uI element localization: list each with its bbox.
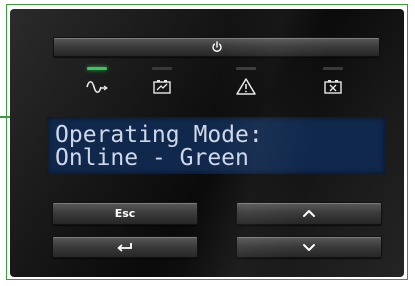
battery-icon [153, 80, 171, 94]
chevron-up-icon [303, 210, 315, 217]
down-button[interactable] [236, 236, 382, 258]
enter-button[interactable] [52, 236, 198, 258]
ups-control-panel: Operating Mode: Online - Green Esc [10, 9, 404, 277]
battery-fault-icon [324, 80, 342, 94]
lcd-display: Operating Mode: Online - Green [47, 117, 385, 174]
alarm-led [236, 67, 256, 70]
power-icon [211, 41, 222, 52]
power-button[interactable] [53, 37, 380, 57]
battery-led [152, 67, 172, 70]
esc-button-label: Esc [114, 207, 136, 220]
warning-triangle-icon [236, 78, 256, 95]
display-line-2: Online - Green [55, 145, 249, 171]
online-led [87, 67, 107, 70]
ac-sine-wave-icon [86, 80, 108, 94]
display-line-1: Operating Mode: [55, 122, 263, 148]
enter-arrow-icon [117, 243, 132, 252]
esc-button[interactable]: Esc [52, 202, 198, 225]
chevron-down-icon [303, 243, 315, 251]
battery-fault-led [323, 67, 343, 70]
up-button[interactable] [236, 202, 382, 225]
